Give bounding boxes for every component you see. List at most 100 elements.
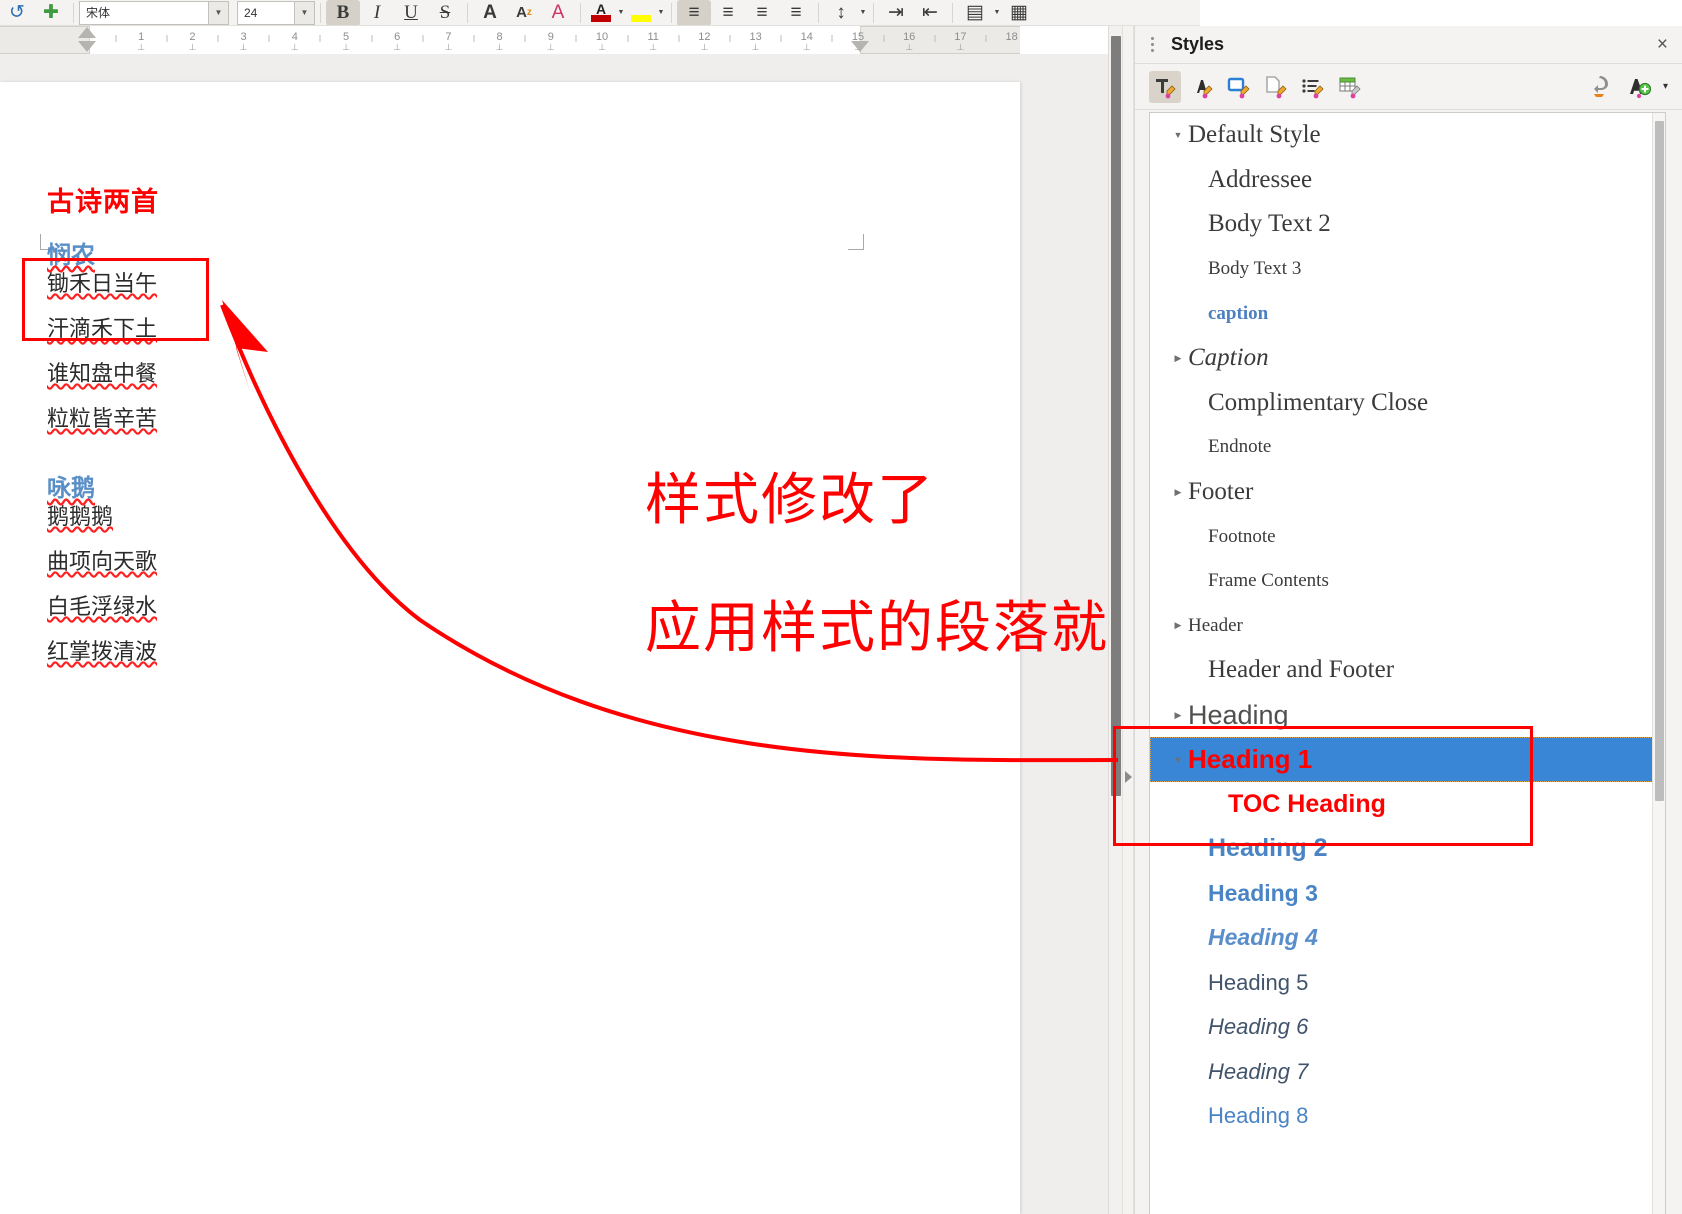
ruler-minor-tick: [217, 35, 219, 42]
font-name-field[interactable]: 宋体 ▼: [79, 0, 229, 25]
ruler-tab-stop[interactable]: ⊥: [342, 42, 350, 53]
highlight-color-button[interactable]: [626, 0, 656, 25]
ruler-tab-stop[interactable]: ⊥: [905, 42, 913, 53]
style-list-item[interactable]: Heading 5: [1150, 960, 1665, 1005]
style-name-label: Endnote: [1208, 436, 1272, 458]
borders-button[interactable]: ▦: [1002, 0, 1036, 25]
style-list-item[interactable]: Heading 7: [1150, 1049, 1665, 1094]
style-list-item[interactable]: Addressee: [1150, 158, 1665, 203]
panel-grip-icon[interactable]: [1147, 37, 1157, 52]
page-styles-icon[interactable]: [1260, 71, 1292, 103]
style-list-item[interactable]: Endnote: [1150, 425, 1665, 470]
line-spacing-dropdown-icon[interactable]: ▼: [858, 9, 868, 16]
ruler-tab-stop[interactable]: ⊥: [547, 42, 555, 53]
ruler-tab-stop[interactable]: ⊥: [188, 42, 196, 53]
style-list-item[interactable]: caption: [1150, 291, 1665, 336]
ruler-tab-stop[interactable]: ⊥: [803, 42, 811, 53]
font-color-button[interactable]: A: [586, 0, 616, 25]
bold-button[interactable]: B: [326, 0, 360, 25]
style-list-item[interactable]: ▶ Header: [1150, 604, 1665, 649]
close-icon[interactable]: ×: [1657, 35, 1668, 54]
text-boundary-corner-top-right: [848, 234, 864, 250]
style-name-label: Footer: [1188, 478, 1254, 506]
style-list-item[interactable]: ▶ Caption: [1150, 336, 1665, 381]
increase-indent-button[interactable]: ⇥: [879, 0, 913, 25]
styles-scrollbar-thumb[interactable]: [1655, 121, 1664, 801]
insert-special-icon[interactable]: ✚: [34, 0, 68, 25]
new-style-from-selection-icon[interactable]: [1624, 71, 1656, 103]
style-name-label: Heading 6: [1208, 1014, 1309, 1040]
style-list-item[interactable]: Heading 6: [1150, 1005, 1665, 1050]
font-size-dropdown-icon[interactable]: ▼: [294, 1, 314, 24]
align-justify-button[interactable]: ≡: [779, 0, 813, 25]
ruler-tab-stop[interactable]: ⊥: [956, 42, 964, 53]
ruler-minor-tick: [166, 35, 168, 42]
twisty-collapsed-icon[interactable]: ▶: [1168, 710, 1188, 721]
increase-font-size-button[interactable]: A: [473, 0, 507, 25]
ruler-tab-stop[interactable]: ⊥: [598, 42, 606, 53]
style-list-item[interactable]: Footnote: [1150, 514, 1665, 559]
undo-icon[interactable]: ↺: [0, 0, 34, 25]
style-list-item[interactable]: Body Text 3: [1150, 247, 1665, 292]
twisty-collapsed-icon[interactable]: ▶: [1168, 620, 1188, 631]
ruler-tab-stop[interactable]: ⊥: [649, 42, 657, 53]
strikethrough-button[interactable]: S: [428, 0, 462, 25]
ruler-tab-stop[interactable]: ⊥: [240, 42, 248, 53]
styles-list[interactable]: ▼ Default Style Addressee Body Text 2 Body T…: [1149, 112, 1666, 1214]
font-color-dropdown-icon[interactable]: ▼: [616, 9, 626, 16]
style-list-item[interactable]: Body Text 2: [1150, 202, 1665, 247]
right-indent-marker[interactable]: [851, 41, 869, 52]
style-list-item[interactable]: Heading 4: [1150, 916, 1665, 961]
character-styles-icon[interactable]: [1186, 71, 1218, 103]
style-name-label: Addressee: [1208, 165, 1313, 193]
ruler-tab-stop[interactable]: ⊥: [444, 42, 452, 53]
ruler-tab-stop[interactable]: ⊥: [291, 42, 299, 53]
poem-2-line-2: 曲项向天歌: [47, 550, 158, 576]
first-line-indent-marker[interactable]: [78, 27, 96, 38]
paragraph-background-button[interactable]: ▤: [958, 0, 992, 25]
style-list-item[interactable]: Complimentary Close: [1150, 381, 1665, 426]
style-list-item[interactable]: ▶ Footer: [1150, 470, 1665, 515]
ruler-tab-stop[interactable]: ⊥: [137, 42, 145, 53]
align-center-button[interactable]: ≡: [711, 0, 745, 25]
paragraph-styles-icon[interactable]: [1149, 70, 1181, 103]
sidebar-splitter[interactable]: [1122, 26, 1134, 1214]
line-spacing-button[interactable]: ↕: [824, 0, 858, 25]
chevron-down-icon[interactable]: ▾: [1663, 81, 1668, 92]
table-styles-icon[interactable]: [1334, 71, 1366, 103]
horizontal-ruler[interactable]: 1 ⊥ 2 ⊥ 3 ⊥ 4 ⊥ 5 ⊥ 6 ⊥ 7 ⊥ 8 ⊥ 9 ⊥ 10 ⊥ 11 ⊥ 12 ⊥ 13 ⊥ 14 ⊥ 15 ⊥ 16 ⊥ 1…: [0, 26, 1020, 54]
fill-format-mode-icon[interactable]: [1585, 71, 1617, 103]
style-list-item[interactable]: Heading 3: [1150, 871, 1665, 916]
document-scrollbar-thumb[interactable]: [1111, 36, 1121, 796]
highlight-dropdown-icon[interactable]: ▼: [656, 9, 666, 16]
paragraph-background-dropdown-icon[interactable]: ▼: [992, 9, 1002, 16]
toolbar-divider-2: [320, 2, 321, 23]
italic-button[interactable]: I: [360, 0, 394, 25]
ruler-tab-stop[interactable]: ⊥: [700, 42, 708, 53]
frame-styles-icon[interactable]: [1223, 71, 1255, 103]
left-indent-marker[interactable]: [78, 41, 96, 52]
clear-formatting-button[interactable]: A: [541, 0, 575, 25]
twisty-expanded-icon[interactable]: ▼: [1168, 130, 1188, 140]
align-right-button[interactable]: ≡: [745, 0, 779, 25]
style-list-item[interactable]: Frame Contents: [1150, 559, 1665, 604]
decrease-font-size-button[interactable]: Az: [507, 0, 541, 25]
ruler-tab-stop[interactable]: ⊥: [752, 42, 760, 53]
style-list-item[interactable]: Header and Footer: [1150, 648, 1665, 693]
ruler-tab-stop[interactable]: ⊥: [393, 42, 401, 53]
twisty-collapsed-icon[interactable]: ▶: [1168, 353, 1188, 364]
decrease-indent-button[interactable]: ⇤: [913, 0, 947, 25]
font-name-dropdown-icon[interactable]: ▼: [208, 1, 228, 24]
font-size-field[interactable]: 24 ▼: [237, 0, 315, 25]
ruler-tab-stop[interactable]: ⊥: [496, 42, 504, 53]
styles-sidebar: Styles × ▾ ▼ Default Style Addressee Bod…: [1113, 26, 1682, 1214]
style-list-item[interactable]: ▼ Default Style: [1150, 113, 1665, 158]
styles-list-scrollbar[interactable]: [1652, 113, 1665, 1214]
document-vertical-scrollbar[interactable]: [1108, 26, 1122, 1214]
style-list-item[interactable]: Heading 8: [1150, 1094, 1665, 1139]
twisty-collapsed-icon[interactable]: ▶: [1168, 487, 1188, 498]
list-styles-icon[interactable]: [1297, 71, 1329, 103]
style-name-label: Header: [1188, 614, 1243, 636]
underline-button[interactable]: U: [394, 0, 428, 25]
align-left-button[interactable]: ≡: [677, 0, 711, 25]
